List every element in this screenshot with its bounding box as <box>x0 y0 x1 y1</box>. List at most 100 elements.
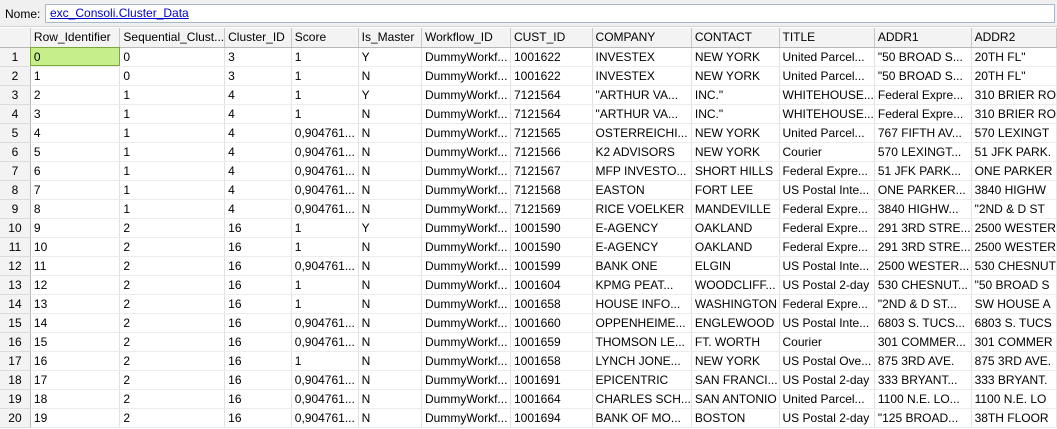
table-cell[interactable]: 2 <box>30 85 121 105</box>
table-cell[interactable]: 4 <box>224 104 292 124</box>
table-cell[interactable]: 18 <box>30 389 121 409</box>
row-number[interactable]: 13 <box>0 275 31 295</box>
table-cell[interactable]: Y <box>358 85 422 105</box>
row-number[interactable]: 18 <box>0 370 31 390</box>
table-row[interactable]: 16 15 2 16 0,904761... N DummyWorkf... 1001659 T… <box>0 332 1057 352</box>
table-cell[interactable]: 13 <box>30 294 121 314</box>
table-row[interactable]: 18 17 2 16 0,904761... N DummyWorkf... 1001691 E… <box>0 370 1057 390</box>
table-cell[interactable]: 0,904761... <box>291 199 359 219</box>
row-number[interactable]: 6 <box>0 142 31 162</box>
row-number[interactable]: 14 <box>0 294 31 314</box>
table-cell[interactable]: 4 <box>224 85 292 105</box>
table-cell[interactable]: 16 <box>224 408 292 428</box>
row-number[interactable]: 1 <box>0 47 31 67</box>
table-cell[interactable]: 875 3RD AVE. <box>971 351 1057 371</box>
table-cell[interactable]: N <box>358 275 422 295</box>
table-cell[interactable]: THOMSON LE... <box>592 332 692 352</box>
table-cell[interactable]: 7 <box>30 180 121 200</box>
table-cell[interactable]: DummyWorkf... <box>421 85 511 105</box>
table-cell[interactable]: 6 <box>30 161 121 181</box>
row-number[interactable]: 5 <box>0 123 31 143</box>
row-number[interactable]: 4 <box>0 104 31 124</box>
table-cell[interactable]: United Parcel... <box>779 47 875 67</box>
table-row[interactable]: 15 14 2 16 0,904761... N DummyWorkf... 1001660 O… <box>0 313 1057 333</box>
table-cell[interactable]: OAKLAND <box>691 218 780 238</box>
column-header[interactable]: TITLE <box>779 28 875 48</box>
table-cell[interactable]: 2 <box>119 389 226 409</box>
table-cell[interactable]: "2ND & D ST... <box>874 294 972 314</box>
table-cell[interactable]: NEW YORK <box>691 123 780 143</box>
row-number[interactable]: 17 <box>0 351 31 371</box>
table-cell[interactable]: Federal Expre... <box>874 104 972 124</box>
table-cell[interactable]: "50 BROAD S... <box>874 66 972 86</box>
table-cell[interactable]: 7121567 <box>510 161 593 181</box>
table-cell[interactable]: 6803 S. TUCS... <box>874 313 972 333</box>
table-cell[interactable]: 1001599 <box>510 256 593 276</box>
row-number[interactable]: 9 <box>0 199 31 219</box>
table-row[interactable]: 17 16 2 16 1 N DummyWorkf... 1001658 LYNCH JONE.… <box>0 351 1057 371</box>
row-number[interactable]: 10 <box>0 218 31 238</box>
row-number[interactable]: 8 <box>0 180 31 200</box>
table-cell[interactable]: 16 <box>224 370 292 390</box>
table-cell[interactable]: "ARTHUR VA... <box>592 104 692 124</box>
row-number[interactable]: 15 <box>0 313 31 333</box>
table-cell[interactable]: CHARLES SCH... <box>592 389 692 409</box>
table-cell[interactable]: 1 <box>291 237 359 257</box>
table-cell[interactable]: 1001658 <box>510 351 593 371</box>
column-header[interactable]: ADDR1 <box>874 28 972 48</box>
table-cell[interactable]: DummyWorkf... <box>421 256 511 276</box>
table-cell[interactable]: DummyWorkf... <box>421 66 511 86</box>
table-cell[interactable]: INC." <box>691 104 780 124</box>
column-header[interactable]: Cluster_ID <box>224 28 292 48</box>
table-cell[interactable]: 7121569 <box>510 199 593 219</box>
table-cell[interactable]: 16 <box>224 389 292 409</box>
table-cell[interactable]: 1001658 <box>510 294 593 314</box>
table-cell[interactable]: 1001622 <box>510 66 593 86</box>
table-cell[interactable]: 2500 WESTER <box>971 218 1057 238</box>
table-row[interactable]: 3 2 1 4 1 Y DummyWorkf... 7121564 "ARTHUR VA... I… <box>0 85 1057 105</box>
table-cell[interactable]: 8 <box>30 199 121 219</box>
column-header[interactable]: COMPANY <box>592 28 692 48</box>
table-cell[interactable]: N <box>358 351 422 371</box>
table-cell[interactable]: "125 BROAD... <box>874 408 972 428</box>
table-cell[interactable]: 2500 WESTER... <box>874 256 972 276</box>
table-cell[interactable]: 0,904761... <box>291 370 359 390</box>
table-cell[interactable]: 291 3RD STRE... <box>874 237 972 257</box>
table-cell[interactable]: INC." <box>691 85 780 105</box>
table-cell[interactable]: 16 <box>224 275 292 295</box>
table-cell[interactable]: 1 <box>119 199 226 219</box>
table-cell[interactable]: 7121564 <box>510 104 593 124</box>
table-cell[interactable]: 16 <box>224 294 292 314</box>
table-cell[interactable]: DummyWorkf... <box>421 313 511 333</box>
table-row[interactable]: 11 10 2 16 1 N DummyWorkf... 1001590 E-AGENCY OAK… <box>0 237 1057 257</box>
table-cell[interactable]: 0,904761... <box>291 332 359 352</box>
table-cell[interactable]: 1 <box>30 66 121 86</box>
row-number[interactable]: 20 <box>0 408 31 428</box>
table-cell[interactable]: DummyWorkf... <box>421 332 511 352</box>
table-cell[interactable]: 1100 N.E. LO... <box>874 389 972 409</box>
table-cell[interactable]: 4 <box>224 161 292 181</box>
table-cell[interactable]: 3 <box>224 47 292 67</box>
table-cell[interactable]: Federal Expre... <box>779 218 875 238</box>
table-cell[interactable]: HOUSE INFO... <box>592 294 692 314</box>
table-cell[interactable]: ONE PARKER <box>971 161 1057 181</box>
table-cell[interactable]: 11 <box>30 256 121 276</box>
table-cell[interactable]: 0,904761... <box>291 180 359 200</box>
table-cell[interactable]: 9 <box>30 218 121 238</box>
table-cell[interactable]: 3 <box>30 104 121 124</box>
table-cell[interactable]: SAN ANTONIO <box>691 389 780 409</box>
table-cell[interactable]: N <box>358 123 422 143</box>
table-cell[interactable]: 1001622 <box>510 47 593 67</box>
table-row[interactable]: 19 18 2 16 0,904761... N DummyWorkf... 1001664 C… <box>0 389 1057 409</box>
row-number[interactable]: 12 <box>0 256 31 276</box>
table-cell[interactable]: Y <box>358 47 422 67</box>
table-cell[interactable]: N <box>358 161 422 181</box>
table-cell[interactable]: 51 JFK PARK. <box>971 142 1057 162</box>
table-cell[interactable]: WHITEHOUSE... <box>779 104 875 124</box>
table-cell[interactable]: SAN FRANCI... <box>691 370 780 390</box>
table-row[interactable]: 10 9 2 16 1 Y DummyWorkf... 1001590 E-AGENCY OAKL… <box>0 218 1057 238</box>
table-cell[interactable]: US Postal Inte... <box>779 256 875 276</box>
table-cell[interactable]: DummyWorkf... <box>421 370 511 390</box>
table-cell[interactable]: 2 <box>119 218 226 238</box>
table-cell[interactable]: 570 LEXINGT <box>971 123 1057 143</box>
